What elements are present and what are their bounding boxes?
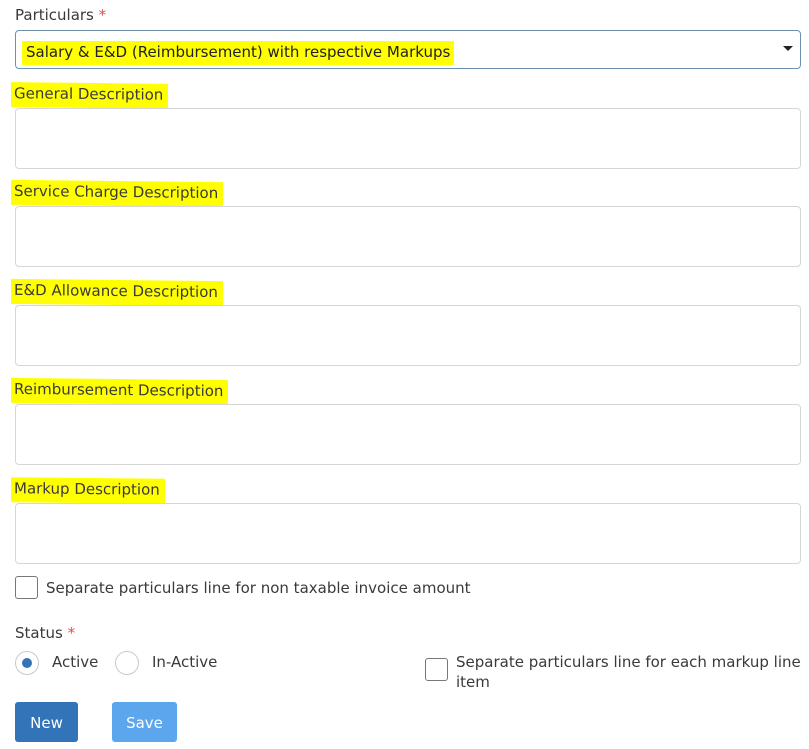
- chevron-down-icon[interactable]: [783, 46, 793, 51]
- status-active-label: Active: [52, 653, 99, 671]
- ed-allowance-description-label: E&D Allowance Description: [11, 278, 223, 307]
- reimbursement-description-field[interactable]: [15, 404, 801, 465]
- save-button[interactable]: Save: [112, 702, 177, 742]
- general-description-field[interactable]: [15, 108, 801, 169]
- particulars-selected-value: Salary & E&D (Reimbursement) with respec…: [22, 41, 455, 65]
- service-charge-description-label: Service Charge Description: [11, 179, 224, 208]
- status-label: Status *: [15, 624, 76, 642]
- separate-markup-line-label: Separate particulars line for each marku…: [456, 653, 801, 691]
- separate-non-taxable-checkbox[interactable]: [15, 576, 38, 599]
- markup-description-field[interactable]: [15, 503, 801, 564]
- general-description-label: General Description: [11, 82, 169, 109]
- particulars-label: Particulars *: [15, 6, 107, 24]
- markup-description-label: Markup Description: [11, 477, 165, 504]
- status-inactive-label: In-Active: [152, 653, 218, 671]
- new-button[interactable]: New: [15, 702, 78, 742]
- status-inactive-radio[interactable]: [115, 651, 139, 675]
- separate-non-taxable-label: Separate particulars line for non taxabl…: [46, 579, 471, 597]
- ed-allowance-description-field[interactable]: [15, 305, 801, 366]
- reimbursement-description-label: Reimbursement Description: [11, 377, 229, 406]
- service-charge-description-field[interactable]: [15, 206, 801, 267]
- status-active-radio[interactable]: [15, 651, 39, 675]
- separate-markup-line-checkbox[interactable]: [425, 658, 448, 681]
